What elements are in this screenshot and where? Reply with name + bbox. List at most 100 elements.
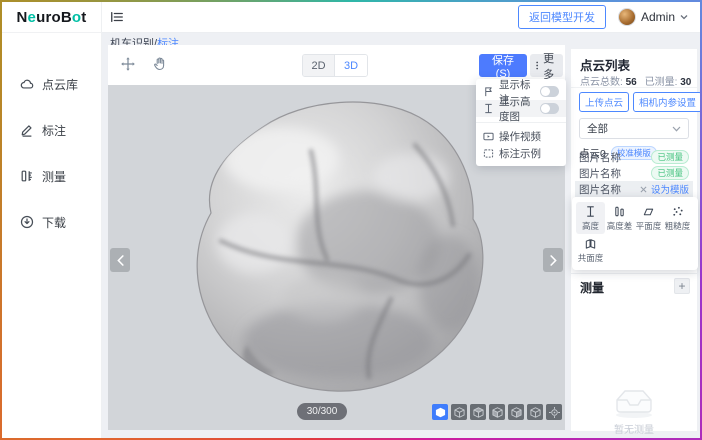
view-top-button[interactable] [527, 404, 543, 420]
menu-item-label: 标注示例 [499, 146, 559, 161]
view-mode-switch: 2D 3D [302, 54, 368, 77]
image-list-item[interactable]: 图片名称 已测量 [575, 165, 693, 181]
chevron-down-icon [672, 126, 681, 132]
next-image-button[interactable] [543, 248, 563, 272]
mode-3d-button[interactable]: 3D [335, 55, 367, 76]
sidebar-item-download[interactable]: 下载 [2, 199, 101, 245]
more-label: 更多 [540, 50, 557, 82]
menu-item-annotation-example[interactable]: 标注示例 [476, 145, 566, 162]
height-tool-icon [584, 205, 597, 218]
tooth-3d-model[interactable] [163, 93, 493, 403]
measure-icon [20, 169, 34, 183]
set-as-template-link[interactable]: 设为模版 [651, 182, 689, 196]
measure-tool-palette: 高度 高度差 平面度 粗糙度 共面度 [572, 197, 698, 270]
sidebar-item-measure[interactable]: 测量 [2, 153, 101, 199]
stat-total: 点云总数: 56 [580, 73, 637, 88]
sidebar-item-annotate[interactable]: 标注 [2, 107, 101, 153]
cube-icon [530, 407, 541, 418]
view-options-menu: 显示标注 显示高度图 操作视频 标注示例 [476, 79, 566, 166]
prev-image-button[interactable] [110, 248, 130, 272]
menu-item-label: 显示高度图 [499, 94, 535, 124]
empty-state-text: 暂无测量 [571, 421, 697, 436]
chevron-left-icon [117, 255, 124, 266]
add-measure-button[interactable]: + [674, 278, 690, 294]
cube-icon [454, 407, 465, 418]
user-menu[interactable]: Admin [618, 8, 688, 26]
header-right: 返回模型开发 Admin [518, 5, 700, 29]
divider [571, 87, 697, 88]
show-heightmap-toggle[interactable] [540, 103, 559, 114]
window-frame: NeuroBot 点云库 标注 测量 下载 返 [0, 0, 702, 440]
image-name: 图片名称 [579, 150, 621, 165]
tool-height-diff[interactable]: 高度差 [605, 202, 634, 234]
mode-2d-button[interactable]: 2D [303, 55, 335, 76]
kebab-menu-icon [536, 60, 538, 71]
image-pager: 30/300 [297, 403, 347, 420]
collapse-sidebar-icon[interactable] [110, 10, 124, 24]
move-tool-icon[interactable] [120, 56, 136, 72]
view-back-button[interactable] [470, 404, 486, 420]
view-right-button[interactable] [508, 404, 524, 420]
row-actions: 设为模版 [640, 182, 689, 196]
save-button[interactable]: 保存(S) [479, 54, 527, 77]
cube-icon [473, 407, 484, 418]
stat-measured: 已测量: 30 [645, 73, 692, 88]
header: 返回模型开发 Admin [102, 2, 700, 33]
hand-tool-icon[interactable] [152, 56, 168, 72]
sidebar-item-label: 标注 [42, 122, 66, 139]
view-reset-button[interactable] [546, 404, 562, 420]
sidebar-item-label: 测量 [42, 168, 66, 185]
more-button[interactable]: 更多 [530, 54, 563, 77]
view-default-button[interactable] [432, 404, 448, 420]
sidebar-item-label: 下载 [42, 214, 66, 231]
filter-value: 全部 [587, 121, 608, 136]
image-list-item[interactable]: 图片名称 已测量 [575, 149, 693, 165]
filter-select[interactable]: 全部 [579, 118, 689, 139]
tool-roughness[interactable]: 粗糙度 [663, 202, 692, 234]
flatness-tool-icon [642, 205, 655, 218]
back-to-model-dev-button[interactable]: 返回模型开发 [518, 5, 606, 29]
palette-row: 高度 高度差 平面度 粗糙度 [576, 202, 694, 234]
close-icon[interactable] [640, 186, 647, 193]
brand-logo: NeuroBot [2, 2, 101, 33]
sidebar-item-pointcloud-library[interactable]: 点云库 [2, 61, 101, 107]
upload-pointcloud-button[interactable]: 上传点云 [579, 92, 629, 112]
logo-part: o [72, 9, 81, 26]
cube-filled-icon [435, 407, 446, 418]
roughness-tool-icon [671, 205, 684, 218]
view-orientation-bar [432, 404, 562, 420]
cube-icon [511, 407, 522, 418]
tool-coplanarity[interactable]: 共面度 [576, 234, 605, 266]
username: Admin [641, 10, 675, 24]
tool-height[interactable]: 高度 [576, 202, 605, 234]
flag-icon [483, 86, 494, 97]
menu-item-show-heightmap[interactable]: 显示高度图 [476, 100, 566, 117]
show-annotations-toggle[interactable] [540, 86, 559, 97]
download-icon [20, 215, 34, 229]
measured-tag: 已测量 [651, 150, 689, 165]
panel-title: 点云列表 [580, 55, 630, 74]
panel-stats: 点云总数: 56 已测量: 30 [580, 73, 691, 88]
sidebar: NeuroBot 点云库 标注 测量 下载 [2, 2, 102, 438]
tool-flatness[interactable]: 平面度 [634, 202, 663, 234]
empty-box-icon [571, 387, 697, 419]
logo-part: e [28, 9, 37, 26]
chevron-down-icon [680, 14, 688, 20]
measure-section-title: 测量 [580, 279, 604, 296]
image-list-item-selected[interactable]: 图片名称 设为模版 [575, 181, 693, 197]
avatar [618, 8, 636, 26]
view-left-button[interactable] [489, 404, 505, 420]
sidebar-nav: 点云库 标注 测量 下载 [2, 33, 101, 245]
example-icon [483, 148, 494, 159]
image-name: 图片名称 [579, 182, 621, 197]
measured-tag: 已测量 [651, 166, 689, 181]
locate-icon [549, 407, 560, 418]
panel-actions: 上传点云 相机内参设置 [579, 92, 691, 112]
height-diff-tool-icon [613, 205, 626, 218]
image-name: 图片名称 [579, 166, 621, 181]
canvas-tools [120, 56, 168, 72]
camera-intrinsics-button[interactable]: 相机内参设置 [633, 92, 700, 112]
annotate-icon [20, 123, 34, 137]
menu-item-tutorial-video[interactable]: 操作视频 [476, 128, 566, 145]
view-front-button[interactable] [451, 404, 467, 420]
